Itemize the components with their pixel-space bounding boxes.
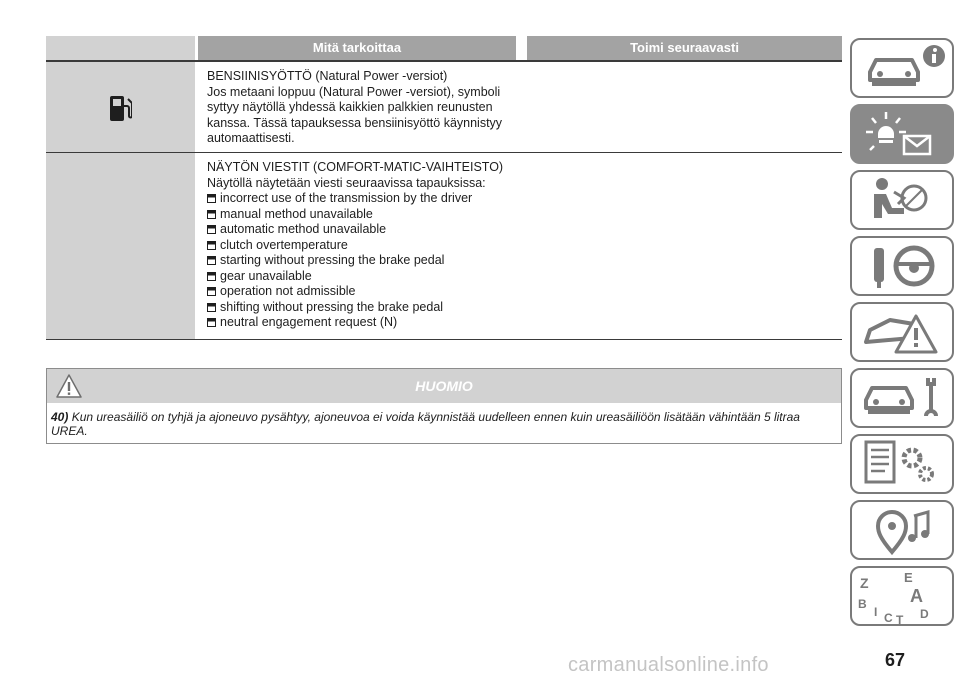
side-tab-starting-driving[interactable] xyxy=(850,236,954,296)
note-number: 40) xyxy=(51,410,69,424)
car-crash-warning-icon xyxy=(864,314,938,354)
list-item: manual method unavailable xyxy=(207,207,667,223)
warning-header: HUOMIO xyxy=(47,369,841,403)
side-tab-index[interactable]: Z E A B I C T D xyxy=(850,566,954,626)
list-item: operation not admissible xyxy=(207,284,667,300)
list-item: gear unavailable xyxy=(207,269,667,285)
text-line: BENSIINISYÖTTÖ (Natural Power -versiot) xyxy=(207,69,448,83)
warning-box: HUOMIO 40) Kun ureasäiliö on tyhjä ja aj… xyxy=(46,368,842,444)
warning-text: 40) Kun ureasäiliö on tyhjä ja ajoneuvo … xyxy=(51,410,831,438)
list-item-text: clutch overtemperature xyxy=(220,237,348,252)
seat-airbag-icon xyxy=(874,178,928,218)
bullet-icon xyxy=(207,225,216,234)
list-item-text: incorrect use of the transmission by the… xyxy=(220,191,473,205)
side-tab-car-info[interactable] xyxy=(850,38,954,98)
list-item-text: neutral engagement request (N) xyxy=(220,315,398,329)
text-line: Jos metaani loppuu (Natural Power -versi… xyxy=(207,84,501,99)
page-number: 67 xyxy=(884,650,906,670)
bullet-icon xyxy=(207,302,216,312)
bullet-icon xyxy=(207,318,216,327)
bullet-icon xyxy=(207,240,216,250)
icon-cell xyxy=(46,153,195,339)
side-tab-emergency[interactable] xyxy=(850,302,954,362)
list-item: neutral engagement request (N) xyxy=(207,315,667,331)
fuel-pump-icon xyxy=(110,96,132,121)
list-item-text: operation not admissible xyxy=(220,284,356,298)
svg-text:I: I xyxy=(874,605,877,619)
document-gears-icon xyxy=(864,440,934,484)
header-blank-cell xyxy=(46,36,195,60)
bullet-icon xyxy=(207,256,216,265)
list-item: clutch overtemperature xyxy=(207,238,667,254)
watermark: carmanualsonline.info xyxy=(568,654,769,676)
bullet-icon xyxy=(207,209,216,219)
svg-text:T: T xyxy=(896,613,904,624)
warning-light-message-icon xyxy=(866,112,932,156)
list-item-text: shifting without pressing the brake peda… xyxy=(220,299,444,314)
list-item-text: starting without pressing the brake peda… xyxy=(220,253,445,267)
warning-sentence: Kun ureasäiliö on tyhjä ja ajoneuvo pysä… xyxy=(71,410,800,424)
list-item: shifting without pressing the brake peda… xyxy=(207,300,667,316)
svg-text:A: A xyxy=(910,586,923,606)
table-header: Mitä tarkoittaa Toimi seuraavasti xyxy=(46,36,842,60)
text-line: syttyy näytöllä yhdessä kaikkien palkkie… xyxy=(207,100,493,114)
list-item: starting without pressing the brake peda… xyxy=(207,253,667,269)
text-line: NÄYTÖN VIESTIT (COMFORT-MATIC-VAIHTEISTO… xyxy=(207,160,504,174)
list-item: incorrect use of the transmission by the… xyxy=(207,191,667,207)
list-item-text: manual method unavailable xyxy=(220,206,373,221)
info-table: Mitä tarkoittaa Toimi seuraavasti BENSII… xyxy=(46,36,842,340)
side-tab-safety[interactable] xyxy=(850,170,954,230)
table-row: BENSIINISYÖTTÖ (Natural Power -versiot) … xyxy=(46,60,842,153)
list-item: automatic method unavailable xyxy=(207,222,667,238)
side-tab-maintenance[interactable] xyxy=(850,368,954,428)
warning-sentence-end: UREA. xyxy=(51,424,88,438)
bullet-icon xyxy=(207,271,216,281)
header-meaning: Mitä tarkoittaa xyxy=(198,36,516,60)
bullet-icon xyxy=(207,194,216,203)
display-messages-description: NÄYTÖN VIESTIT (COMFORT-MATIC-VAIHTEISTO… xyxy=(207,160,667,331)
list-item-text: gear unavailable xyxy=(220,268,312,283)
svg-text:B: B xyxy=(858,597,867,611)
table-row: NÄYTÖN VIESTIT (COMFORT-MATIC-VAIHTEISTO… xyxy=(46,153,842,340)
alphabet-index-icon: Z E A B I C T D xyxy=(858,570,929,624)
svg-text:Z: Z xyxy=(860,575,869,591)
bullet-icon xyxy=(207,287,216,296)
key-steering-wheel-icon xyxy=(874,245,935,288)
icon-cell xyxy=(46,62,195,152)
warning-title: HUOMIO xyxy=(415,378,473,394)
navigation-music-icon xyxy=(875,510,930,556)
list-item-text: automatic method unavailable xyxy=(220,222,387,236)
side-tab-warning-lights[interactable] xyxy=(850,104,954,164)
text-line: automaattisesti. xyxy=(207,131,295,145)
text-line: kanssa. Tässä tapauksessa bensiinisyöttö… xyxy=(207,115,503,130)
fuel-supply-description: BENSIINISYÖTTÖ (Natural Power -versiot) … xyxy=(207,69,667,147)
header-action: Toimi seuraavasti xyxy=(527,36,842,60)
car-info-icon xyxy=(868,45,945,86)
message-list: incorrect use of the transmission by the… xyxy=(207,191,667,331)
svg-text:C: C xyxy=(884,611,893,624)
side-tab-multimedia[interactable] xyxy=(850,500,954,560)
side-tab-technical-data[interactable] xyxy=(850,434,954,494)
svg-text:D: D xyxy=(920,607,929,621)
svg-text:E: E xyxy=(904,570,913,585)
text-line: Näytöllä näytetään viesti seuraavissa ta… xyxy=(207,175,486,190)
car-wrench-icon xyxy=(864,378,938,417)
